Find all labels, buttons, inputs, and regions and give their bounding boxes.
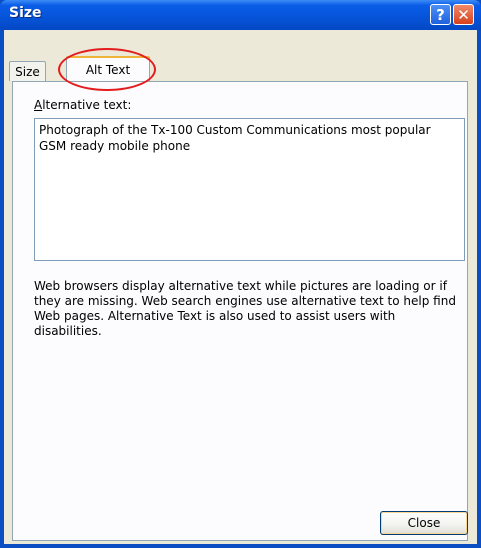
question-mark-icon: ? [436,5,445,24]
window-title: Size [9,5,42,21]
label-rest: lternative text: [42,98,132,112]
close-button[interactable]: Close [380,511,468,535]
tab-size-label: Size [15,64,40,79]
tab-size[interactable]: Size [9,61,46,81]
alternative-text-label: Alternative text: [34,98,131,112]
window-close-button[interactable]: ✕ [453,4,474,25]
help-button[interactable]: ? [430,4,451,25]
title-bar[interactable]: Size ? ✕ [0,0,481,30]
tab-alt-text[interactable]: Alt Text [66,56,150,81]
alternative-text-input[interactable]: Photograph of the Tx-100 Custom Communic… [34,118,465,261]
label-mnemonic: A [34,98,43,112]
tab-alt-text-label: Alt Text [85,62,131,77]
close-icon: ✕ [457,5,470,24]
alt-text-description: Web browsers display alternative text wh… [34,279,456,338]
